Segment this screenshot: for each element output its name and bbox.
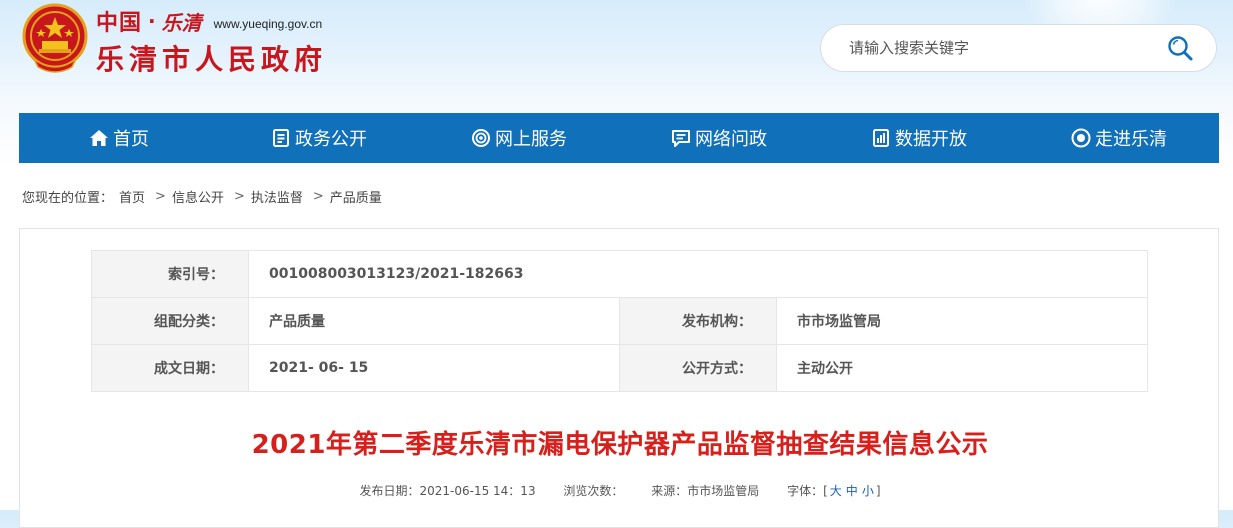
national-emblem-icon	[22, 3, 88, 73]
category-label: 组配分类：	[91, 297, 249, 345]
brand-china-text: 中国	[96, 10, 143, 36]
nav-item-label: 首页	[113, 129, 149, 150]
breadcrumb-enforcement[interactable]: 执法监督	[251, 187, 303, 206]
font-small-link[interactable]: 小	[862, 484, 874, 498]
index-label: 索引号：	[91, 250, 249, 298]
publisher-value: 市市场监管局	[776, 297, 1148, 345]
font-large-link[interactable]: 大	[830, 484, 842, 498]
site-header: 中国 · 乐清 www.yueqing.gov.cn 乐清市人民政府	[0, 0, 1233, 112]
nav-item-label: 数据开放	[895, 129, 967, 150]
document-icon	[273, 129, 289, 147]
publish-time: 发布日期：2021-06-15 14：13	[359, 484, 536, 498]
view-count: 浏览次数：	[563, 484, 624, 498]
font-size-label: 字体：[	[787, 484, 828, 498]
main-nav: 首页 政务公开 网上服务 网络问政 数据开放 走进乐清	[19, 113, 1219, 163]
breadcrumb-product-quality[interactable]: 产品质量	[330, 187, 382, 206]
article-title: 2021年第二季度乐清市漏电保护器产品监督抽查结果信息公示	[251, 430, 989, 460]
brand-top-line: 中国 · 乐清 www.yueqing.gov.cn	[96, 6, 322, 36]
nav-item-label: 走进乐清	[1095, 129, 1167, 150]
meta-row-date: 成文日期： 2021- 06- 15 公开方式： 主动公开	[91, 344, 1148, 392]
data-icon	[873, 129, 889, 147]
eye-icon	[1071, 128, 1091, 148]
font-size-switcher: 字体：[大中小]	[787, 484, 880, 498]
nav-item-label: 政务公开	[295, 129, 367, 150]
nav-item-online-inquiry[interactable]: 网络问政	[619, 113, 819, 163]
site-url: www.yueqing.gov.cn	[213, 17, 323, 31]
brand-script-text: 乐清	[161, 10, 202, 35]
breadcrumb: 您现在的位置： 首页 > 信息公开 > 执法监督 > 产品质量	[22, 187, 382, 206]
breadcrumb-separator: >	[155, 189, 166, 204]
brand-separator: ·	[148, 9, 156, 33]
article-container: 索引号： 001008003013123/2021-182663 组配分类： 产…	[19, 228, 1219, 528]
service-icon	[472, 129, 490, 147]
breadcrumb-prefix: 您现在的位置：	[22, 191, 114, 206]
nav-item-home[interactable]: 首页	[19, 113, 219, 163]
meta-row-category: 组配分类： 产品质量 发布机构： 市市场监管局	[91, 297, 1148, 345]
category-value: 产品质量	[248, 297, 620, 345]
mode-value: 主动公开	[776, 344, 1148, 392]
nav-item-about-yueqing[interactable]: 走进乐清	[1019, 113, 1219, 163]
date-label: 成文日期：	[91, 344, 249, 392]
nav-item-gov-affairs[interactable]: 政务公开	[219, 113, 419, 163]
index-value: 001008003013123/2021-182663	[248, 250, 1148, 298]
article-meta-table: 索引号： 001008003013123/2021-182663 组配分类： 产…	[91, 250, 1148, 392]
search-input[interactable]	[847, 38, 1166, 58]
mode-label: 公开方式：	[619, 344, 777, 392]
nav-item-online-service[interactable]: 网上服务	[419, 113, 619, 163]
nav-item-label: 网上服务	[495, 129, 567, 150]
site-name[interactable]: 乐清市人民政府	[96, 38, 327, 78]
search-box	[820, 24, 1217, 72]
chat-icon	[672, 130, 690, 147]
date-value: 2021- 06- 15	[248, 344, 620, 392]
nav-item-open-data[interactable]: 数据开放	[819, 113, 1019, 163]
breadcrumb-separator: >	[233, 189, 245, 204]
font-size-close: ]	[875, 484, 881, 498]
article-source: 来源：市市场监管局	[651, 484, 760, 498]
meta-row-index: 索引号： 001008003013123/2021-182663	[91, 250, 1148, 298]
font-medium-link[interactable]: 中	[846, 484, 858, 498]
publisher-label: 发布机构：	[619, 297, 777, 345]
breadcrumb-home[interactable]: 首页	[119, 187, 145, 206]
article-info-bar: 发布日期：2021-06-15 14：13 浏览次数： 来源：市市场监管局 字体…	[20, 482, 1220, 499]
breadcrumb-separator: >	[312, 189, 324, 204]
breadcrumb-info-public[interactable]: 信息公开	[172, 187, 224, 206]
nav-item-label: 网络问政	[695, 129, 767, 150]
home-icon	[90, 130, 108, 146]
search-icon[interactable]	[1166, 34, 1194, 62]
